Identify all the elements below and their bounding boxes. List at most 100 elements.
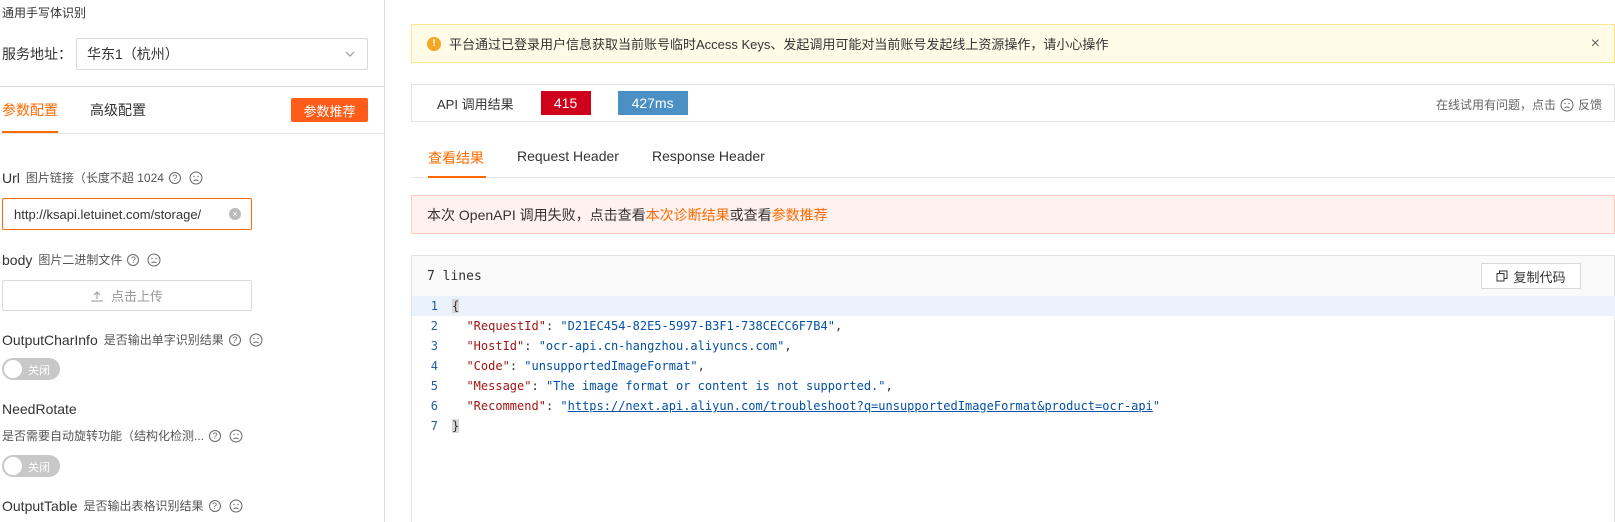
feedback-hint: 在线试用有问题，点击 反馈 [1436, 96, 1602, 113]
result-label: API 调用结果 [437, 96, 514, 112]
tab-view-result[interactable]: 查看结果 [428, 148, 484, 168]
param-name: body [2, 251, 33, 268]
chevron-down-icon [345, 51, 355, 57]
json-key: "HostId" [466, 339, 525, 353]
error-prefix: 本次 OpenAPI 调用失败，点击查看 [427, 206, 646, 223]
line-number: 2 [430, 319, 438, 333]
api-explorer: 通用手写体识别 服务地址： 华东1（杭州） 参数配置 高级配置 参数推荐 Url… [0, 0, 1615, 522]
diagnosis-link[interactable]: 本次诊断结果 [646, 205, 730, 225]
param-desc: 是否输出表格识别结果 [83, 499, 204, 513]
json-key: "Recommend" [466, 399, 546, 413]
feedback-face-icon[interactable] [1560, 98, 1574, 112]
param-needrotate-desc-row: 是否需要自动旋转功能（结构化检测... ? [2, 427, 243, 444]
left-panel: 通用手写体识别 服务地址： 华东1（杭州） 参数配置 高级配置 参数推荐 Url… [0, 0, 385, 522]
code-token: } [452, 419, 460, 433]
outputcharinfo-toggle[interactable]: 关闭 [2, 358, 60, 380]
param-name: OutputTable [2, 497, 78, 514]
latency-badge: 427ms [617, 91, 688, 115]
clear-icon[interactable]: × [229, 208, 241, 220]
param-desc: 图片链接（长度不超 1024 [25, 171, 164, 185]
line-number: 6 [430, 399, 438, 413]
warning-icon: ! [427, 36, 441, 51]
toggle-knob [4, 360, 22, 378]
json-value: "D21EC454-82E5-5997-B3F1-738CECC6F7B4" [560, 319, 835, 333]
copy-icon [1496, 270, 1508, 282]
line-count: 7 lines [427, 268, 482, 284]
error-message: 本次 OpenAPI 调用失败，点击查看 本次诊断结果 或查看 参数推荐 [411, 195, 1615, 234]
result-tabs: 查看结果 Request Header Response Header [411, 132, 1615, 178]
param-url-header: Url 图片链接（长度不超 1024 ? [2, 169, 203, 186]
param-needrotate-header: NeedRotate [2, 401, 83, 417]
region-row: 服务地址： 华东1（杭州） [2, 38, 368, 70]
active-tab-indicator [2, 131, 58, 133]
param-recommend-button[interactable]: 参数推荐 [291, 98, 368, 122]
feedback-face-icon[interactable] [147, 253, 161, 267]
feedback-face-icon[interactable] [249, 333, 263, 347]
url-input[interactable]: http://ksapi.letuinet.com/storage/ × [2, 198, 252, 230]
feedback-face-icon[interactable] [229, 429, 243, 443]
param-name: OutputCharInfo [2, 331, 98, 348]
json-key: "RequestId" [466, 319, 546, 333]
tab-advanced-config[interactable]: 高级配置 [90, 100, 146, 120]
tab-response-header[interactable]: Response Header [652, 148, 765, 164]
code-token: { [452, 299, 460, 313]
json-value: "unsupportedImageFormat" [524, 359, 698, 373]
alert-text: 平台通过已登录用户信息获取当前账号临时Access Keys、发起调用可能对当前… [449, 37, 1109, 52]
region-select[interactable]: 华东1（杭州） [76, 38, 368, 70]
region-value: 华东1（杭州） [87, 46, 179, 62]
line-number: 4 [430, 359, 438, 373]
param-tabs: 参数配置 高级配置 参数推荐 [0, 90, 384, 134]
warning-alert: ! 平台通过已登录用户信息获取当前账号临时Access Keys、发起调用可能对… [411, 24, 1615, 63]
code-line: 2 "RequestId": "D21EC454-82E5-5997-B3F1-… [412, 316, 1615, 336]
line-number: 7 [430, 419, 438, 433]
toggle-knob [4, 457, 22, 475]
active-tab-indicator [428, 176, 486, 178]
json-key: "Code" [466, 359, 510, 373]
json-value: "The image format or content is not supp… [545, 379, 886, 393]
param-outputtable-header: OutputTable 是否输出表格识别结果 ? [2, 497, 243, 514]
code-line: 7} [412, 416, 1615, 436]
feedback-face-icon[interactable] [189, 171, 203, 185]
divider [0, 86, 384, 87]
url-value: http://ksapi.letuinet.com/storage/ [14, 206, 202, 222]
error-middle: 或查看 [729, 206, 772, 223]
json-key: "Message" [466, 379, 532, 393]
param-recommend-link[interactable]: 参数推荐 [772, 205, 828, 225]
code-header: 7 lines [412, 256, 1614, 296]
param-desc: 是否需要自动旋转功能（结构化检测... [2, 429, 205, 443]
param-name: Url [2, 169, 20, 186]
code-line: 3 "HostId": "ocr-api.cn-hangzhou.aliyunc… [412, 336, 1615, 356]
result-bar: API 调用结果 415 427ms 在线试用有问题，点击 反馈 [411, 84, 1615, 122]
line-number: 5 [430, 379, 438, 393]
help-icon[interactable]: ? [127, 253, 140, 266]
param-name: NeedRotate [2, 401, 77, 417]
needrotate-toggle[interactable]: 关闭 [2, 455, 60, 477]
code-viewer: 7 lines 复制代码 1 { 2 "RequestId": "D21EC454… [411, 255, 1615, 522]
help-icon[interactable]: ? [209, 429, 222, 442]
code-line: 5 "Message": "The image format or conten… [412, 376, 1615, 396]
feedback-link[interactable]: 反馈 [1578, 96, 1602, 113]
code-line: 4 "Code": "unsupportedImageFormat", [412, 356, 1615, 376]
feedback-face-icon[interactable] [229, 499, 243, 513]
help-icon[interactable]: ? [208, 499, 221, 512]
param-desc: 图片二进制文件 [38, 253, 123, 267]
close-icon[interactable]: × [1591, 36, 1600, 52]
api-name: 通用手写体识别 [2, 6, 87, 20]
upload-icon [91, 290, 103, 301]
copy-code-button[interactable]: 复制代码 [1481, 263, 1581, 289]
toggle-label: 关闭 [28, 462, 50, 474]
upload-button[interactable]: 点击上传 [2, 280, 252, 311]
line-number: 1 [430, 299, 438, 313]
tab-param-config[interactable]: 参数配置 [2, 100, 58, 120]
feedback-text: 在线试用有问题，点击 [1435, 98, 1556, 112]
code-line: 6 "Recommend": "https://next.api.aliyun.… [412, 396, 1615, 416]
json-value: "ocr-api.cn-hangzhou.aliyuncs.com" [538, 339, 785, 353]
copy-label: 复制代码 [1513, 269, 1566, 285]
tab-request-header[interactable]: Request Header [517, 148, 619, 164]
code-lines: 1 { 2 "RequestId": "D21EC454-82E5-5997-B3… [412, 296, 1615, 436]
help-icon[interactable]: ? [168, 171, 181, 184]
upload-label: 点击上传 [110, 289, 163, 304]
region-label: 服务地址： [2, 46, 72, 62]
help-icon[interactable]: ? [228, 333, 241, 346]
troubleshoot-link[interactable]: https://next.api.aliyun.com/troubleshoot… [568, 399, 1153, 413]
